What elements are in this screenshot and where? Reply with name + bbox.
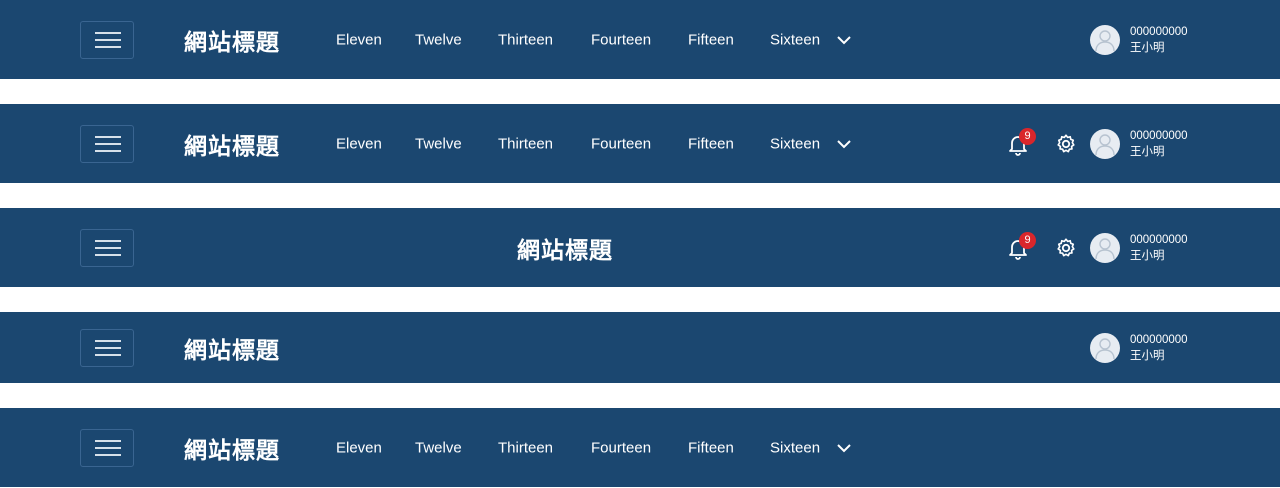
site-title[interactable]: 網站標題 <box>184 23 280 57</box>
site-title[interactable]: 網站標題 <box>0 231 1130 265</box>
user-id: 000000000 <box>1130 333 1188 346</box>
user-avatar-icon <box>1095 133 1115 155</box>
header-variant-3: 網站標題 9 000000000 王小明 <box>0 208 1280 287</box>
nav-item-fifteen[interactable]: Fifteen <box>688 135 734 152</box>
user-id: 000000000 <box>1130 129 1188 142</box>
nav-item-fourteen[interactable]: Fourteen <box>591 31 651 48</box>
user-info[interactable]: 000000000 王小明 <box>1130 24 1188 56</box>
nav-item-twelve[interactable]: Twelve <box>415 135 462 152</box>
chevron-down-icon[interactable] <box>836 138 852 150</box>
avatar[interactable] <box>1090 24 1120 55</box>
hamburger-menu-icon[interactable] <box>80 428 134 467</box>
nav-item-twelve[interactable]: Twelve <box>415 31 462 48</box>
user-name: 王小明 <box>1130 349 1165 362</box>
user-avatar-icon <box>1095 29 1115 51</box>
hamburger-menu-icon[interactable] <box>80 20 134 59</box>
site-title[interactable]: 網站標題 <box>184 127 280 161</box>
nav-item-eleven[interactable]: Eleven <box>336 31 382 48</box>
nav-item-sixteen[interactable]: Sixteen <box>770 439 820 456</box>
nav-item-twelve[interactable]: Twelve <box>415 439 462 456</box>
header-variant-5: 網站標題 Eleven Twelve Thirteen Fourteen Fif… <box>0 408 1280 487</box>
chevron-down-icon[interactable] <box>836 34 852 46</box>
nav-item-eleven[interactable]: Eleven <box>336 135 382 152</box>
header-variant-4: 網站標題 000000000 王小明 <box>0 312 1280 383</box>
header-variant-1: 網站標題 Eleven Twelve Thirteen Fourteen Fif… <box>0 0 1280 79</box>
user-info[interactable]: 000000000 王小明 <box>1130 232 1188 264</box>
user-info[interactable]: 000000000 王小明 <box>1130 128 1188 160</box>
notification-badge: 9 <box>1019 232 1036 249</box>
user-avatar-icon <box>1095 237 1115 259</box>
nav-item-fourteen[interactable]: Fourteen <box>591 439 651 456</box>
hamburger-menu-icon[interactable] <box>80 328 134 367</box>
nav-item-thirteen[interactable]: Thirteen <box>498 439 553 456</box>
gear-icon[interactable] <box>1055 133 1077 155</box>
gear-icon[interactable] <box>1055 237 1077 259</box>
nav-item-fifteen[interactable]: Fifteen <box>688 439 734 456</box>
user-id: 000000000 <box>1130 25 1188 38</box>
nav-item-eleven[interactable]: Eleven <box>336 439 382 456</box>
user-name: 王小明 <box>1130 249 1165 262</box>
site-title[interactable]: 網站標題 <box>184 331 280 365</box>
avatar[interactable] <box>1090 232 1120 263</box>
nav-item-thirteen[interactable]: Thirteen <box>498 31 553 48</box>
nav-item-sixteen[interactable]: Sixteen <box>770 135 820 152</box>
avatar[interactable] <box>1090 128 1120 159</box>
avatar[interactable] <box>1090 332 1120 363</box>
nav-item-fourteen[interactable]: Fourteen <box>591 135 651 152</box>
user-name: 王小明 <box>1130 145 1165 158</box>
notification-badge: 9 <box>1019 128 1036 145</box>
chevron-down-icon[interactable] <box>836 442 852 454</box>
site-title[interactable]: 網站標題 <box>184 431 280 465</box>
user-name: 王小明 <box>1130 41 1165 54</box>
nav-item-fifteen[interactable]: Fifteen <box>688 31 734 48</box>
header-variant-2: 網站標題 Eleven Twelve Thirteen Fourteen Fif… <box>0 104 1280 183</box>
nav-item-sixteen[interactable]: Sixteen <box>770 31 820 48</box>
hamburger-menu-icon[interactable] <box>80 124 134 163</box>
user-info[interactable]: 000000000 王小明 <box>1130 332 1188 364</box>
user-id: 000000000 <box>1130 233 1188 246</box>
nav-item-thirteen[interactable]: Thirteen <box>498 135 553 152</box>
user-avatar-icon <box>1095 337 1115 359</box>
